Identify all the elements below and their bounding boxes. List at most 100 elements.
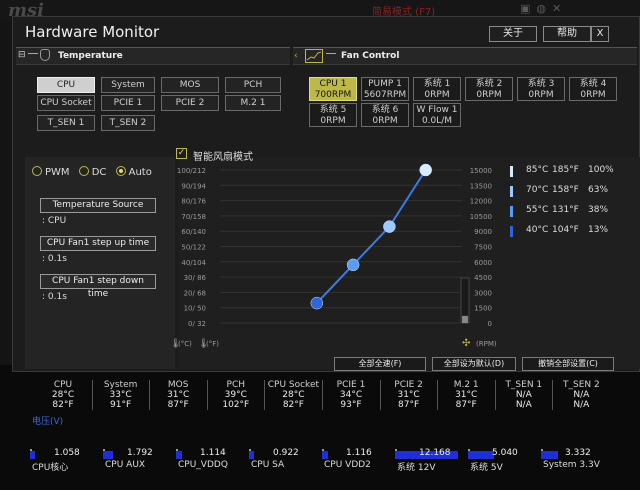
radio-dc[interactable]: DC [78,166,106,178]
collapse-icon[interactable]: ⊟ [18,50,26,60]
fan-button-sys3[interactable]: 系统 3 0RPM [517,77,565,101]
temp-value-c: 28°C [282,390,305,400]
voltage-value: 12.168 [419,448,451,458]
fan-name: 系统 5 [319,105,347,115]
sensor-button-m2-1[interactable]: M.2 1 [225,95,281,111]
legend-f: 131°F [552,205,579,215]
legend-pct: 13% [588,225,609,235]
set-default-button[interactable]: 全部设为默认(D) [432,357,516,371]
radio-label: Auto [128,167,152,178]
fan-button-sys1[interactable]: 系统 1 0RPM [413,77,461,101]
sensor-button-pcie1[interactable]: PCIE 1 [101,95,155,111]
radio-label: PWM [45,167,70,178]
temperature-source-button[interactable]: Temperature Source [40,198,156,213]
step-up-time-value: : 0.1s [42,254,67,264]
fan-button-sys5[interactable]: 系统 5 0RPM [309,103,357,127]
sensor-button-cpu[interactable]: CPU [37,77,95,93]
voltage-title: 电压(V) [32,417,64,427]
legend-pct: 63% [588,185,609,195]
fan-button-sys2[interactable]: 系统 2 0RPM [465,77,513,101]
legend-f: 158°F [552,185,579,195]
temp-value-c: N/A [573,390,590,400]
voltage-readout: 3.332 [541,448,611,460]
voltage-label: System 3.3V [543,460,600,470]
sensor-button-tsen1[interactable]: T_SEN 1 [37,115,95,131]
temp-label: System [103,380,138,390]
temp-readout: PCIE 1 34°C 93°F [323,380,379,410]
fan-curve-chart[interactable]: 100/212 90/194 80/176 70/158 60/140 50/122 40/… [170,160,506,352]
smart-fan-checkbox[interactable]: ✓ [176,148,187,159]
y-tick-label-temp: 40/104 [181,259,206,267]
temp-value-c: 33°C [109,390,132,400]
temp-value-c: 39°C [224,390,247,400]
sensor-button-cpu-socket[interactable]: CPU Socket [37,95,95,111]
fan-rpm: 0RPM [372,116,398,126]
help-button[interactable]: 帮助 [543,26,591,42]
voltage-label: 系统 5V [470,463,503,473]
fan-name: 系统 1 [423,79,451,89]
sensor-button-tsen2[interactable]: T_SEN 2 [101,115,155,131]
fan-name: PUMP 1 [368,79,402,89]
fan-button-sys4[interactable]: 系统 4 0RPM [569,77,617,101]
bios-left-edge [0,20,12,365]
voltage-bar [322,451,329,459]
step-down-time-button[interactable]: CPU Fan1 step down time [40,274,156,299]
voltage-readout: 1.792 [103,448,173,460]
radio-auto[interactable]: Auto [115,166,152,178]
temp-readout: T_SEN 1 N/A N/A [496,380,552,410]
voltage-label: 系统 12V [397,463,436,473]
temp-value-c: 31°C [455,390,478,400]
fan-button-pump1[interactable]: PUMP 1 5607RPM [361,77,409,101]
temp-readout: CPU 28°C 82°F [35,380,91,410]
y-tick-label-rpm: 9000 [474,228,492,236]
sensor-button-mos[interactable]: MOS [161,77,219,93]
y-tick-label-rpm: 13500 [470,182,492,190]
cancel-all-button[interactable]: 撤销全部设置(C) [522,357,614,371]
temp-separator [379,380,381,410]
fan-rpm: 0RPM [528,90,554,100]
voltage-value: 5.040 [492,448,518,458]
temp-label: T_SEN 2 [563,380,600,390]
temp-value-f: 87°F [398,400,420,410]
step-up-time-button[interactable]: CPU Fan1 step up time [40,236,156,251]
voltage-label: CPU_VDDQ [178,460,228,470]
fan-button-wflow1[interactable]: W Flow 1 0.0L/M [413,103,461,127]
y-tick-label-temp: 90/194 [181,182,206,190]
legend-color-swatch [510,206,513,217]
temp-value-c: N/A [515,390,532,400]
y-tick-label-rpm: 6000 [474,259,492,267]
sensor-button-system[interactable]: System [101,77,155,93]
fan-rpm: 0.0L/M [421,116,453,126]
dash-icon [326,53,336,54]
sensor-button-pcie2[interactable]: PCIE 2 [161,95,219,111]
y-tick-label-temp: 60/140 [181,228,206,236]
temp-label: CPU [53,380,73,390]
close-button[interactable]: X [591,26,609,42]
temp-readout: T_SEN 2 N/A N/A [553,380,609,410]
legend-f: 185°F [552,165,579,175]
temp-value-c: 31°C [397,390,420,400]
full-speed-button[interactable]: 全部全速(F) [334,357,426,371]
y-tick-label-temp: 10/ 50 [184,305,206,313]
temp-separator [494,380,496,410]
fan-button-sys6[interactable]: 系统 6 0RPM [361,103,409,127]
voltage-bar [176,451,183,459]
temp-value-f: 91°F [110,400,132,410]
temp-separator [437,380,439,410]
temp-readout: PCH 39°C 102°F [208,380,264,410]
voltage-value: 0.922 [273,448,299,458]
about-button[interactable]: 关于 [489,26,537,42]
voltage-readout: 1.116 [322,448,392,460]
bios-toolbar-icons: ▣◍✕ [520,2,568,15]
fan-button-cpu1[interactable]: CPU 1 700RPM [309,77,357,101]
temp-label: MOS [167,380,189,390]
temp-separator [206,380,208,410]
temp-separator [149,380,151,410]
thermometer-f-icon: 🌡 [198,338,209,349]
radio-pwm[interactable]: PWM [32,166,70,178]
sensor-button-pch[interactable]: PCH [225,77,281,93]
fan-rpm: 700RPM [314,90,352,100]
temperature-tab-label: Temperature [58,51,123,61]
fan-name: W Flow 1 [416,105,458,115]
window-title: Hardware Monitor [25,23,160,41]
